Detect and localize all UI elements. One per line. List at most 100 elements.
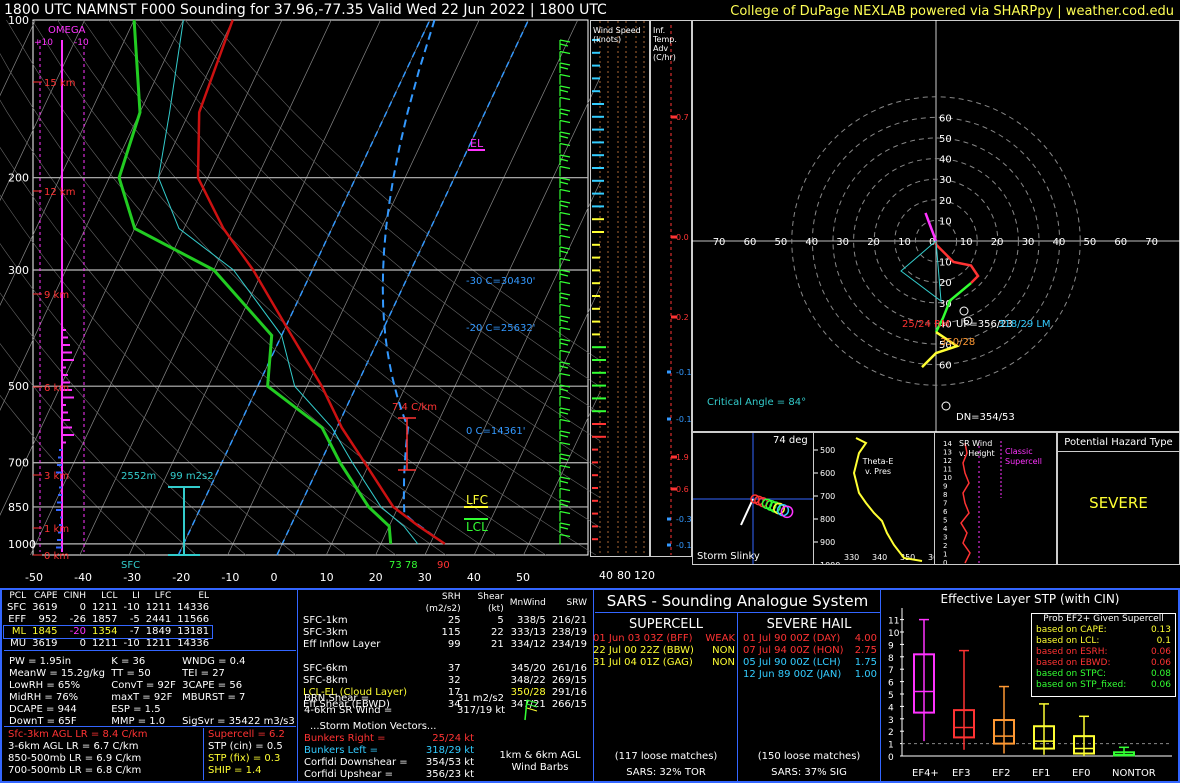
stp-y-tick: 7 [888, 666, 894, 676]
hodo-x-tick: 20 [867, 237, 880, 248]
motion-vectors: Bunkers Right = 25/24 kt Bunkers Left = 31… [304, 733, 474, 780]
brn-val: 31 m2/s2 [457, 693, 504, 704]
hail-matches: 01 Jul 90 00Z (DAY) 4.00 07 Jul 94 00Z (H… [743, 633, 877, 680]
temp-adv-value: -0.3 [676, 515, 692, 524]
wind-barb-flag [559, 227, 569, 231]
prob-row: based on LCL: 0.1 [1036, 636, 1171, 646]
wind-barb-flag [559, 246, 571, 250]
stp-y-tick: 0 [888, 753, 894, 763]
wind-barb-flag [559, 43, 569, 47]
temperature-profile [196, 19, 446, 545]
wind-tick-40: 40 [599, 569, 613, 582]
hazard-value: SEVERE [1089, 494, 1148, 512]
height-label: 15 km [44, 78, 75, 89]
temp-adv-value: 0.0 [676, 233, 689, 242]
hodo-ring-label: 40 [939, 155, 952, 166]
wind-barb-flag [559, 89, 569, 93]
sc-loose: (117 loose matches) [614, 751, 718, 762]
supercell-title: SUPERCELL [629, 617, 703, 632]
wind-barb-flag [559, 234, 571, 239]
hodo-label: Critical Angle = 84° [707, 397, 806, 408]
isotherm [375, 76, 600, 556]
stp-y-tick: 5 [888, 691, 894, 701]
hodo-x-tick: 30 [836, 237, 849, 248]
wind-barb-flag [559, 292, 571, 296]
wind-barb-flag [559, 154, 571, 158]
temp-adv-value: -0.1 [676, 368, 692, 377]
slinky-label: Storm Slinky [697, 551, 760, 562]
hodo-x-tick: 50 [775, 237, 788, 248]
minus20-label: -20 C=25632' [466, 323, 535, 334]
credit-text: College of DuPage NEXLAB powered via SHA… [730, 4, 1174, 19]
hodo-x-tick: 40 [1053, 237, 1066, 248]
hodo-ring-label: 20 [939, 278, 952, 289]
prob-row: based on EBWD: 0.06 [1036, 658, 1171, 668]
pressure-tick-200: 200 [8, 172, 29, 185]
stp-y-tick: 11 [888, 617, 899, 627]
hodo-x-tick: 30 [1022, 237, 1035, 248]
table-row: EFF 952 -26 1857 -5 2441 11566 [8, 614, 210, 625]
wind-barb-flag [559, 319, 569, 323]
hodo-x-tick: 10 [960, 237, 973, 248]
thetae-x-tick: 330 [844, 553, 859, 562]
hodo-ring-label: 30 [939, 175, 952, 186]
wind-barb-flag [559, 50, 571, 55]
srwind-y-tick: 4 [943, 525, 948, 533]
wind-barb-flag [559, 326, 571, 331]
prob-box: Prob EF2+ Given Supercell based on CAPE:… [1031, 613, 1176, 697]
hodo-critical-angle [900, 239, 942, 303]
storm-slinky-panel: 74 deg Storm Slinky [692, 432, 814, 565]
indices-block: PW = 1.95in K = 36 WNDG = 0.4 MeanW = 15.2… [9, 656, 295, 727]
wind-barb-flag [559, 73, 571, 78]
temp-tick--50: -50 [25, 571, 43, 584]
sfc-label: SFC [121, 560, 140, 571]
wind-barb-flag [559, 296, 569, 300]
hodograph: 10102020303040405050606070 60 50 40 30 20 10 0 1… [692, 20, 1180, 432]
wind-barb-flag [559, 181, 569, 185]
wind-barb-flag [559, 66, 569, 70]
wind-barb-flag [559, 119, 571, 124]
wind-barb-flag [559, 372, 571, 377]
wind-barb-flag [559, 407, 571, 411]
wind-barb-flag [559, 522, 571, 526]
hodo-x-tick: 70 [1145, 237, 1158, 248]
srw46: 4-6km SR Wind = [304, 705, 393, 716]
wind-barb-flag [559, 457, 569, 461]
isotherm [0, 19, 36, 97]
table-row-selected[interactable]: ML 1845 -20 1354 -7 1849 13181 [2, 625, 214, 639]
wind-barb-flag [559, 526, 569, 530]
hodo-x-tick: 60 [744, 237, 757, 248]
temp-tick-40: 40 [467, 571, 481, 584]
wind-barb-flag [559, 411, 569, 415]
sc-prob: SARS: 32% TOR [626, 767, 706, 778]
table-row: SFC 3619 0 1211 -10 1211 14336 [7, 602, 210, 613]
col-li: LI [132, 591, 140, 601]
wind-barb-flag [559, 62, 571, 66]
wind-barb-flag [559, 510, 571, 515]
wind-barb-flag [559, 250, 569, 254]
srwind-y-tick: 9 [943, 483, 947, 491]
isotherm [128, 19, 381, 556]
wind-barb-flag [559, 200, 571, 204]
isotherm [473, 286, 600, 556]
temp-tick-20: 20 [369, 571, 383, 584]
height-label: 3 km [44, 471, 69, 482]
stp-category-label: EF4+ [912, 768, 939, 779]
wind-barb-flag [559, 108, 571, 112]
srwind-y-tick: 3 [943, 534, 947, 542]
temp-adv-panel: 0.7 0.0 0.2 -0.1 -0.1 1.9 0.6 -0.3 -0.1 [650, 20, 692, 557]
hodo-ring-label: 60 [939, 113, 952, 124]
col-el: EL [198, 591, 210, 601]
stp-category-label: EF0 [1072, 768, 1090, 779]
parcel-table: PCL CAPE CINH LCL LI LFC EL SFC 3619 0 1211… [2, 590, 294, 650]
wind-barb-flag [559, 349, 571, 354]
height-label: 9 km [44, 290, 69, 301]
eff-base-label: 2552m [121, 471, 156, 482]
stp-y-tick: 6 [888, 679, 894, 689]
lcl-label: LCL [466, 520, 488, 534]
srwind-profile [960, 442, 971, 564]
thetae-y-tick: 900 [820, 538, 835, 547]
wind-barb-flag [559, 96, 571, 101]
pressure-tick-100: 100 [8, 14, 29, 27]
sfc-td-label: 73 78 [389, 560, 418, 571]
